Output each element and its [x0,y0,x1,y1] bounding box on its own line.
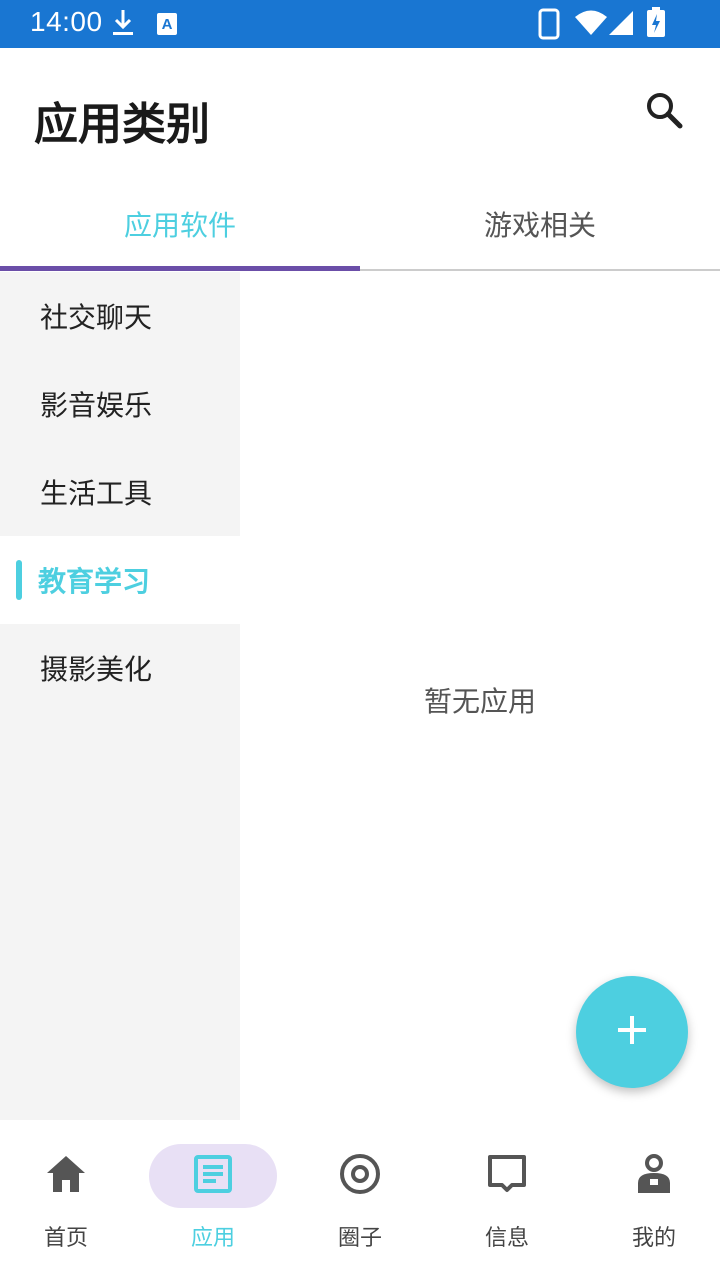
bottom-navigation: 首页 应用 圈子 信息 我的 [0,1120,720,1280]
nav-profile[interactable]: 我的 [582,1142,720,1262]
plus-icon [616,1014,648,1050]
category-sidebar: 社交聊天 影音娱乐 生活工具 教育学习 摄影美化 [0,272,240,1120]
tab-indicator [0,266,360,271]
download-icon [110,8,136,42]
status-time: 14:00 [30,6,103,37]
nav-label: 应用 [190,1226,235,1251]
category-label: 教育学习 [38,565,151,598]
selected-indicator [16,560,22,600]
category-label: 影音娱乐 [40,389,153,422]
status-bar: 14:00 A [0,0,720,48]
tab-divider [360,269,720,271]
page-title: 应用类别 [34,99,210,150]
category-label: 摄影美化 [40,653,153,686]
phone-icon [538,8,560,44]
nav-label: 我的 [631,1226,676,1251]
accessibility-icon: A [156,12,178,40]
svg-text:A: A [162,16,173,33]
nav-messages[interactable]: 信息 [435,1142,579,1262]
category-label: 生活工具 [40,477,153,510]
category-item-photography[interactable]: 摄影美化 [0,624,240,712]
profile-icon [634,1153,674,1199]
circle-icon [339,1153,381,1199]
tab-apps[interactable]: 应用软件 [0,180,360,268]
category-item-media[interactable]: 影音娱乐 [0,360,240,448]
tab-games[interactable]: 游戏相关 [360,180,720,268]
empty-state-text: 暂无应用 [423,685,536,718]
nav-apps[interactable]: 应用 [141,1142,285,1262]
nav-label: 信息 [484,1226,529,1251]
message-icon [486,1153,528,1199]
search-icon [644,90,684,134]
nav-label: 圈子 [337,1226,382,1251]
category-item-social[interactable]: 社交聊天 [0,272,240,360]
add-button[interactable] [576,976,688,1088]
category-item-tools[interactable]: 生活工具 [0,448,240,536]
nav-circles[interactable]: 圈子 [288,1142,432,1262]
battery-charging-icon [646,6,666,42]
tab-bar: 应用软件 游戏相关 [0,180,720,272]
category-label: 社交聊天 [40,301,153,334]
signal-icon [608,10,634,40]
home-icon [45,1154,87,1198]
nav-label: 首页 [43,1226,88,1251]
apps-icon [193,1154,233,1198]
app-bar: 应用类别 [0,48,720,180]
category-item-education[interactable]: 教育学习 [0,536,240,624]
wifi-icon [574,10,608,40]
nav-home[interactable]: 首页 [0,1142,138,1262]
search-button[interactable] [640,88,688,136]
